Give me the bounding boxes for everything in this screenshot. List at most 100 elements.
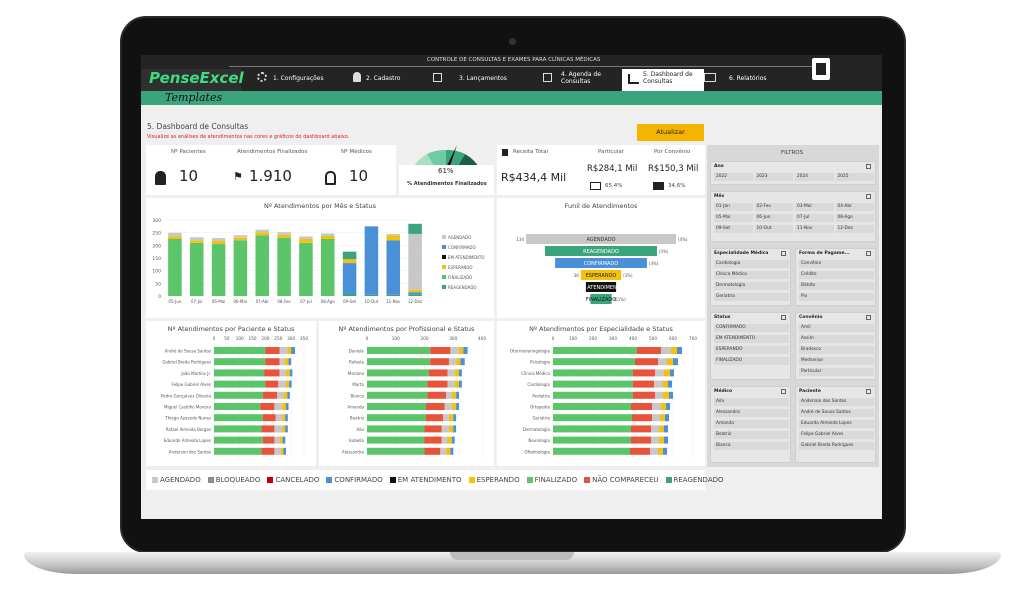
bar-segment — [427, 380, 448, 388]
filter-medico-option[interactable]: Alessandra — [714, 409, 789, 417]
filter-mes-option[interactable]: 04-Abr — [835, 203, 874, 211]
chart-icon — [628, 74, 639, 84]
filter-medico-option[interactable]: Bianca — [714, 442, 789, 450]
filter-ano-option[interactable]: 2023 — [754, 173, 793, 181]
convenio-value: R$150,3 Mil — [648, 164, 699, 174]
filter-mes-option[interactable]: 01-Jan — [714, 203, 753, 211]
filter-status-option[interactable]: CONFIRMADO — [714, 324, 789, 332]
user-icon[interactable] — [353, 72, 361, 82]
month-bar-segment — [408, 294, 422, 296]
filter-convenio-option[interactable]: Assim — [799, 335, 874, 343]
legend-item: ESPERANDO — [468, 476, 520, 484]
menu-dashboard[interactable]: 5. Dashboard de Consultas — [643, 71, 701, 85]
filter-especialidade-option[interactable]: Clínica Médica — [714, 271, 789, 279]
filter-mes-option[interactable]: 10-Out — [754, 225, 793, 233]
bar-segment — [282, 436, 286, 444]
report-icon[interactable] — [704, 73, 716, 82]
filter-convenio-option[interactable]: Particular — [799, 368, 874, 376]
filter-medico-option[interactable]: Amanda — [714, 420, 789, 428]
filter-mes-option[interactable]: 08-Ago — [835, 214, 874, 222]
funnel-label: FINALIZADO — [586, 297, 616, 303]
bar-segment — [282, 403, 286, 410]
filter-mes-option[interactable]: 02-Fev — [754, 203, 793, 211]
menu-lancamentos[interactable]: 3. Lançamentos — [459, 76, 507, 82]
filter-clear-icon[interactable] — [781, 389, 786, 394]
bar-segment — [553, 391, 633, 399]
bar-segment — [459, 380, 462, 388]
legend-label: EM ATENDIMENTO — [397, 476, 462, 484]
filter-paciente-option[interactable]: Anderson dos Santos — [799, 398, 874, 406]
menu-agenda[interactable]: 4. Agenda de Consultas — [561, 71, 621, 85]
filter-mes-option[interactable]: 03-Mar — [795, 203, 834, 211]
filter-clear-icon[interactable] — [866, 164, 871, 169]
category-label: Felipe Gabriel Alves — [172, 382, 212, 387]
filter-convenio-option[interactable]: Medsenior — [799, 357, 874, 365]
filter-ano-option[interactable]: 2025 — [835, 173, 874, 181]
filter-especialidade-option[interactable]: Cardiologia — [714, 260, 789, 268]
filter-medico-option[interactable]: Beatriz — [714, 431, 789, 439]
filter-pagamento-option[interactable]: Crédito — [799, 271, 874, 279]
bar-segment — [655, 391, 663, 399]
calendar-icon[interactable] — [543, 73, 552, 82]
logo-text: PenseExcel — [149, 69, 244, 87]
x-tick-label: 600 — [669, 336, 677, 341]
logo-subtitle: Templates — [165, 91, 223, 104]
filter-mes-option[interactable]: 07-Jul — [795, 214, 834, 222]
bar-segment — [456, 358, 461, 366]
bar-segment — [274, 403, 283, 410]
month-bar-segment — [277, 234, 291, 238]
filter-status-option[interactable]: EM ATENDIMENTO — [714, 335, 789, 343]
filter-clear-icon[interactable] — [866, 389, 871, 394]
filter-pagamento-option[interactable]: Débito — [799, 282, 874, 290]
bar-segment — [289, 380, 292, 388]
bar-segment — [367, 358, 431, 366]
filter-pagamento-option[interactable]: Pix — [799, 293, 874, 301]
filter-status-option[interactable]: ESPERANDO — [714, 346, 789, 354]
bar-segment — [367, 447, 425, 455]
x-tick-label: 05-Jun — [168, 299, 181, 304]
filter-clear-icon[interactable] — [866, 251, 871, 256]
filter-mes-option[interactable]: 12-Dez — [835, 225, 874, 233]
funnel-label: CONFIRMADO — [584, 261, 619, 267]
edit-icon[interactable] — [433, 73, 442, 82]
panel-profissional: Nº Atendimentos por Profissional e Statu… — [319, 321, 494, 466]
filter-ano-option[interactable]: 2022 — [714, 173, 753, 181]
filter-especialidade-option[interactable]: Dermatologia — [714, 282, 789, 290]
filter-pagamento-option[interactable]: Convênio — [799, 260, 874, 268]
filter-mes-option[interactable]: 11-Nov — [795, 225, 834, 233]
filter-mes-option[interactable]: 09-Set — [714, 225, 753, 233]
legend-swatch — [207, 477, 214, 483]
month-bar-segment — [255, 232, 270, 236]
filter-paciente-option[interactable]: Felipe Gabriel Alves — [799, 431, 874, 439]
filter-clear-icon[interactable] — [866, 315, 871, 320]
panel-funil: Funil de Atendimentos AGENDADO 134 (4%) REA… — [497, 198, 705, 318]
menu-relatorios[interactable]: 6. Relatórios — [729, 76, 767, 82]
filter-clear-icon[interactable] — [781, 315, 786, 320]
filter-paciente-option[interactable]: Eduardo Almeida Lopes — [799, 420, 874, 428]
filter-clear-icon[interactable] — [866, 194, 871, 199]
category-label: Amanda — [347, 405, 364, 410]
filter-status-option[interactable]: FINALIZADO — [714, 357, 789, 365]
update-button[interactable]: Atualizar — [637, 124, 704, 141]
legend-label: AGENDADO — [448, 235, 471, 240]
filter-mes-option[interactable]: 05-Mai — [714, 214, 753, 222]
month-bar-segment — [211, 237, 226, 242]
filter-ano-option[interactable]: 2024 — [795, 173, 834, 181]
filter-clear-icon[interactable] — [781, 251, 786, 256]
bar-segment — [447, 369, 455, 377]
bar-segment — [661, 347, 671, 354]
filter-especialidade-option[interactable]: Geriatria — [714, 293, 789, 301]
x-tick-label: 150 — [249, 336, 257, 341]
filter-convenio-option[interactable]: Amil — [799, 324, 874, 332]
filter-medico-option[interactable]: Aila — [714, 398, 789, 406]
filter-convenio-option[interactable]: Bradesco — [799, 346, 874, 354]
filter-paciente-option[interactable]: André de Sousa Santos — [799, 409, 874, 417]
gear-icon[interactable] — [257, 72, 267, 82]
menu-cadastro[interactable]: 2. Cadastro — [366, 76, 400, 82]
menu-configuracoes[interactable]: 1. Configurações — [273, 76, 324, 82]
bar-segment — [430, 347, 451, 354]
filter-mes-option[interactable]: 06-Jun — [754, 214, 793, 222]
filter-especialidade-label: Especialidade Médica — [714, 251, 769, 256]
x-tick-label: 200 — [261, 336, 269, 341]
filter-paciente-option[interactable]: Gabriel Breda Rodrigues — [799, 442, 874, 450]
